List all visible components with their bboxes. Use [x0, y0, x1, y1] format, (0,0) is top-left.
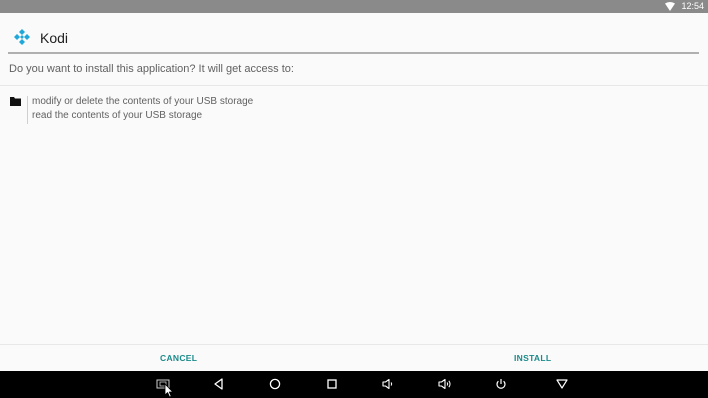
permission-item: read the contents of your USB storage	[32, 110, 203, 121]
volume-up-icon[interactable]	[438, 377, 452, 391]
app-title: Kodi	[40, 30, 69, 46]
permission-group-line	[27, 96, 28, 124]
menu-down-icon[interactable]	[555, 377, 569, 391]
permission-group-storage: modify or delete the contents of your US…	[0, 94, 708, 128]
header-divider	[8, 52, 699, 54]
back-icon[interactable]	[212, 377, 226, 391]
status-time: 12:54	[681, 1, 704, 11]
mouse-cursor-icon	[164, 383, 174, 398]
recents-icon[interactable]	[325, 377, 339, 391]
status-bar: 12:54	[0, 0, 708, 13]
actions-divider	[0, 344, 708, 345]
power-icon[interactable]	[494, 377, 508, 391]
home-icon[interactable]	[268, 377, 282, 391]
volume-down-icon[interactable]	[381, 377, 395, 391]
install-button[interactable]: INSTALL	[514, 350, 551, 366]
install-prompt: Do you want to install this application?…	[9, 63, 294, 75]
navigation-bar	[0, 371, 708, 398]
permission-item: modify or delete the contents of your US…	[32, 96, 254, 107]
kodi-logo-icon	[14, 29, 30, 45]
folder-icon	[10, 97, 21, 106]
prompt-divider	[0, 85, 708, 86]
cancel-button[interactable]: CANCEL	[160, 350, 197, 366]
wifi-icon	[665, 2, 675, 11]
app-header: Kodi	[0, 13, 708, 54]
